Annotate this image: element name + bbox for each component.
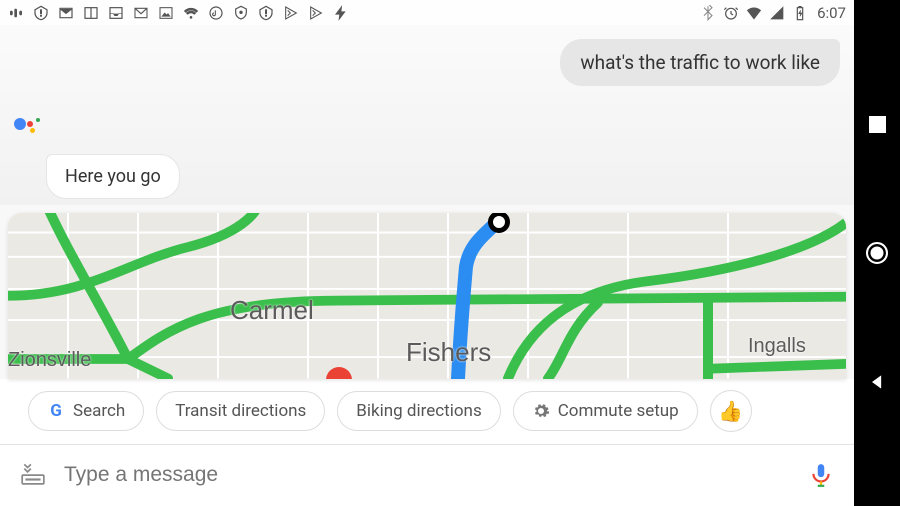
shield-icon bbox=[233, 5, 249, 21]
mail-icon bbox=[58, 5, 74, 21]
gmail-icon bbox=[133, 5, 149, 21]
alert-icon bbox=[33, 5, 49, 21]
photo-icon bbox=[158, 5, 174, 21]
chip-search-label: Search bbox=[73, 401, 125, 421]
wifi-status-icon bbox=[746, 5, 762, 21]
inbox-icon bbox=[108, 5, 124, 21]
home-button[interactable] bbox=[864, 240, 890, 266]
message-input[interactable] bbox=[64, 463, 790, 487]
assistant-row bbox=[14, 86, 840, 140]
chip-transit-label: Transit directions bbox=[175, 401, 306, 421]
play2-icon bbox=[308, 5, 324, 21]
status-right: 6:07 bbox=[700, 4, 846, 22]
status-left bbox=[8, 5, 700, 21]
traffic-map-card[interactable]: 31 69 Carmel Fishers Zionsville Ingalls bbox=[8, 213, 846, 378]
battery-icon bbox=[792, 5, 808, 21]
bolt-icon bbox=[333, 5, 349, 21]
map-label-ingalls: Ingalls bbox=[748, 335, 806, 358]
chip-commute-setup[interactable]: Commute setup bbox=[513, 391, 698, 431]
map-label-fishers: Fishers bbox=[406, 337, 491, 368]
user-message-bubble: what's the traffic to work like bbox=[560, 39, 840, 86]
conversation-area: what's the traffic to work like Here you… bbox=[0, 25, 854, 205]
book-icon bbox=[83, 5, 99, 21]
music-icon bbox=[208, 5, 224, 21]
alert2-icon bbox=[258, 5, 274, 21]
chip-thumbs-up[interactable]: 👍 bbox=[710, 390, 752, 432]
gear-icon bbox=[532, 402, 550, 420]
podcasts-icon bbox=[8, 5, 24, 21]
chip-biking-label: Biking directions bbox=[356, 401, 481, 421]
cell-icon bbox=[769, 5, 785, 21]
android-nav-bar bbox=[854, 0, 900, 506]
recents-button[interactable] bbox=[864, 111, 890, 137]
google-g-icon: G bbox=[47, 402, 65, 420]
mic-icon[interactable] bbox=[808, 462, 834, 488]
chip-transit[interactable]: Transit directions bbox=[156, 391, 325, 431]
chip-search[interactable]: G Search bbox=[28, 391, 144, 431]
assistant-message-bubble: Here you go bbox=[46, 154, 180, 199]
back-button[interactable] bbox=[864, 369, 890, 395]
chip-commute-label: Commute setup bbox=[558, 401, 679, 421]
keyboard-icon[interactable] bbox=[20, 460, 46, 490]
thumbs-up-icon: 👍 bbox=[718, 399, 743, 423]
status-bar: 6:07 bbox=[0, 0, 854, 25]
chip-biking[interactable]: Biking directions bbox=[337, 391, 500, 431]
play-icon bbox=[283, 5, 299, 21]
alarm-icon bbox=[723, 5, 739, 21]
assistant-logo-icon bbox=[14, 116, 38, 140]
bluetooth-icon bbox=[700, 5, 716, 21]
clock: 6:07 bbox=[817, 4, 846, 22]
phone-screen: 6:07 what's the traffic to work like Her… bbox=[0, 0, 854, 506]
map-label-carmel: Carmel bbox=[230, 295, 314, 326]
composer-bar bbox=[0, 444, 854, 506]
map-label-zionsville: Zionsville bbox=[8, 349, 91, 372]
suggestion-chips-row: G Search Transit directions Biking direc… bbox=[0, 379, 854, 444]
wifi-icon bbox=[183, 5, 199, 21]
